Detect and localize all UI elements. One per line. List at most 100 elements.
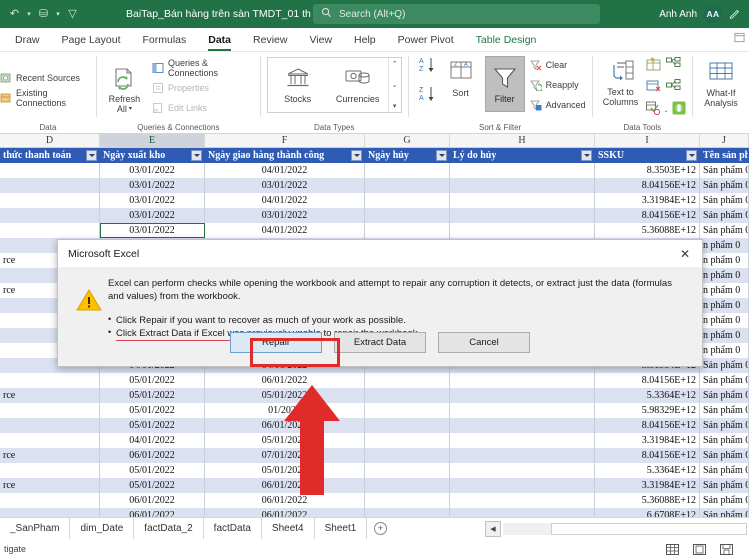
table-cell[interactable]	[450, 178, 595, 193]
chevron-down-icon[interactable]: ⌄	[664, 107, 669, 114]
table-cell[interactable]	[0, 193, 100, 208]
extract-data-button[interactable]: Extract Data	[334, 332, 426, 353]
table-cell[interactable]: rce	[0, 448, 100, 463]
table-row[interactable]: 05/01/2022 06/01/2022 8.04156E+12 Sản phẩm …	[0, 418, 749, 433]
table-cell[interactable]: 8.04156E+12	[595, 448, 700, 463]
currencies-button[interactable]: Currencies	[328, 58, 388, 112]
table-cell[interactable]: 3.31984E+12	[595, 193, 700, 208]
flash-fill-icon[interactable]	[646, 57, 661, 76]
more-data-types-icon[interactable]: ▾	[393, 102, 397, 110]
table-cell[interactable]: 5.3364E+12	[595, 463, 700, 478]
scrollbar-thumb[interactable]	[551, 523, 747, 535]
table-cell[interactable]: Sản phẩm 0	[700, 208, 749, 223]
table-row[interactable]: 06/01/2022 06/01/2022 5.36088E+12 Sản phẩm …	[0, 493, 749, 508]
table-cell[interactable]	[365, 478, 450, 493]
table-row[interactable]: rce 05/01/2022 05/01/2022 5.3364E+12 Sản phẩ…	[0, 388, 749, 403]
pen-icon[interactable]	[729, 7, 741, 22]
table-cell[interactable]: 03/01/2022	[100, 193, 205, 208]
document-title[interactable]: BaiTap_Bán hàng trên sàn TMDT_01 th ▾	[126, 0, 320, 28]
table-cell[interactable]: n phẩm 0	[700, 313, 749, 328]
table-cell[interactable]	[450, 163, 595, 178]
table-cell[interactable]	[0, 418, 100, 433]
consolidate-icon[interactable]	[672, 101, 686, 120]
table-cell[interactable]: 04/01/2022	[100, 433, 205, 448]
table-cell[interactable]	[0, 373, 100, 388]
sheet-tab-sanpham[interactable]: _SanPham	[0, 517, 71, 540]
table-cell[interactable]: Sản phẩm 0	[700, 463, 749, 478]
scroll-down-icon[interactable]: ⌄	[392, 81, 398, 89]
filter-button[interactable]: Filter	[484, 56, 525, 112]
relationships-icon[interactable]	[665, 57, 681, 76]
table-cell[interactable]: 8.04156E+12	[595, 418, 700, 433]
filter-dropdown-icon[interactable]	[191, 150, 202, 161]
tab-formulas[interactable]: Formulas	[131, 28, 197, 52]
table-cell[interactable]	[365, 418, 450, 433]
table-row[interactable]: 03/01/2022 04/01/2022 5.36088E+12 Sản phẩm …	[0, 223, 749, 238]
refresh-all-button[interactable]: Refresh All ▾	[103, 62, 146, 114]
tab-table-design[interactable]: Table Design	[465, 28, 548, 52]
chevron-down-icon[interactable]: ▾	[129, 104, 132, 114]
table-cell[interactable]: 8.04156E+12	[595, 208, 700, 223]
stocks-button[interactable]: Stocks	[268, 58, 328, 112]
table-cell[interactable]	[450, 403, 595, 418]
filter-dropdown-icon[interactable]	[351, 150, 362, 161]
tab-power-pivot[interactable]: Power Pivot	[387, 28, 465, 52]
table-cell[interactable]: 05/01/2022	[100, 478, 205, 493]
autosave-dropdown-icon[interactable]: ▾	[54, 10, 62, 18]
table-cell[interactable]	[450, 373, 595, 388]
sheet-tab-dim-date[interactable]: dim_Date	[70, 517, 135, 540]
table-cell[interactable]: 3.31984E+12	[595, 433, 700, 448]
table-cell[interactable]	[0, 163, 100, 178]
reapply-filter-button[interactable]: Reapply	[529, 76, 586, 93]
column-header-i[interactable]: I	[595, 134, 700, 147]
table-cell[interactable]: n phẩm 0	[700, 253, 749, 268]
filter-dropdown-icon[interactable]	[581, 150, 592, 161]
table-cell[interactable]: 04/01/2022	[205, 193, 365, 208]
column-header-e[interactable]: E	[100, 134, 205, 147]
cancel-button[interactable]: Cancel	[438, 332, 530, 353]
table-cell[interactable]	[365, 388, 450, 403]
queries-and-connections-button[interactable]: Queries & Connections	[152, 58, 254, 78]
table-cell[interactable]: 5.98329E+12	[595, 403, 700, 418]
table-cell[interactable]: n phẩm 0	[700, 298, 749, 313]
table-cell[interactable]	[450, 388, 595, 403]
normal-view-icon[interactable]	[666, 543, 679, 556]
table-cell[interactable]: rce	[0, 388, 100, 403]
table-cell[interactable]	[365, 493, 450, 508]
table-cell[interactable]	[0, 178, 100, 193]
tab-help[interactable]: Help	[343, 28, 387, 52]
table-cell[interactable]	[365, 178, 450, 193]
sheet-tab-factdata-2[interactable]: factData_2	[134, 517, 204, 540]
scroll-left-icon[interactable]: ◀	[485, 521, 501, 537]
table-cell[interactable]	[450, 463, 595, 478]
table-cell[interactable]: 5.36088E+12	[595, 223, 700, 238]
repair-dialog[interactable]: Microsoft Excel ✕ Excel can perform chec…	[57, 239, 703, 367]
filter-dropdown-icon[interactable]	[86, 150, 97, 161]
existing-connections-button[interactable]: Existing Connections	[0, 88, 90, 108]
table-cell[interactable]: n phẩm 0	[700, 238, 749, 253]
table-cell[interactable]: Sản phẩm 0	[700, 403, 749, 418]
table-row[interactable]: 03/01/2022 03/01/2022 8.04156E+12 Sản phẩm …	[0, 208, 749, 223]
table-cell[interactable]: 05/01/2022	[100, 388, 205, 403]
table-cell[interactable]	[450, 493, 595, 508]
what-if-analysis-button[interactable]: What-If Analysis	[699, 56, 743, 108]
table-cell[interactable]: 03/01/2022	[100, 223, 205, 238]
table-header-row[interactable]: thức thanh toán Ngày xuất kho Ngày giao hà…	[0, 148, 749, 163]
table-cell[interactable]: Sản phẩm 0	[700, 418, 749, 433]
table-cell[interactable]	[365, 193, 450, 208]
tab-view[interactable]: View	[298, 28, 343, 52]
table-cell[interactable]: 05/01/2022	[100, 373, 205, 388]
text-to-columns-button[interactable]: Text to Columns	[599, 55, 643, 107]
table-cell[interactable]	[0, 433, 100, 448]
sort-ascending-icon[interactable]: A Z	[418, 56, 438, 79]
table-cell[interactable]	[450, 418, 595, 433]
data-types-scrollbar[interactable]: ⌃ ⌄ ▾	[387, 58, 401, 112]
table-cell[interactable]: 03/01/2022	[205, 178, 365, 193]
data-validation-icon[interactable]	[645, 101, 661, 120]
table-cell[interactable]: 03/01/2022	[100, 208, 205, 223]
sort-button[interactable]: Z A Sort	[441, 56, 481, 98]
table-cell[interactable]: 5.3364E+12	[595, 388, 700, 403]
undo-icon[interactable]: ↶	[6, 4, 23, 24]
recent-sources-button[interactable]: Recent Sources	[0, 70, 90, 87]
table-cell[interactable]: Sản phẩm 0	[700, 448, 749, 463]
